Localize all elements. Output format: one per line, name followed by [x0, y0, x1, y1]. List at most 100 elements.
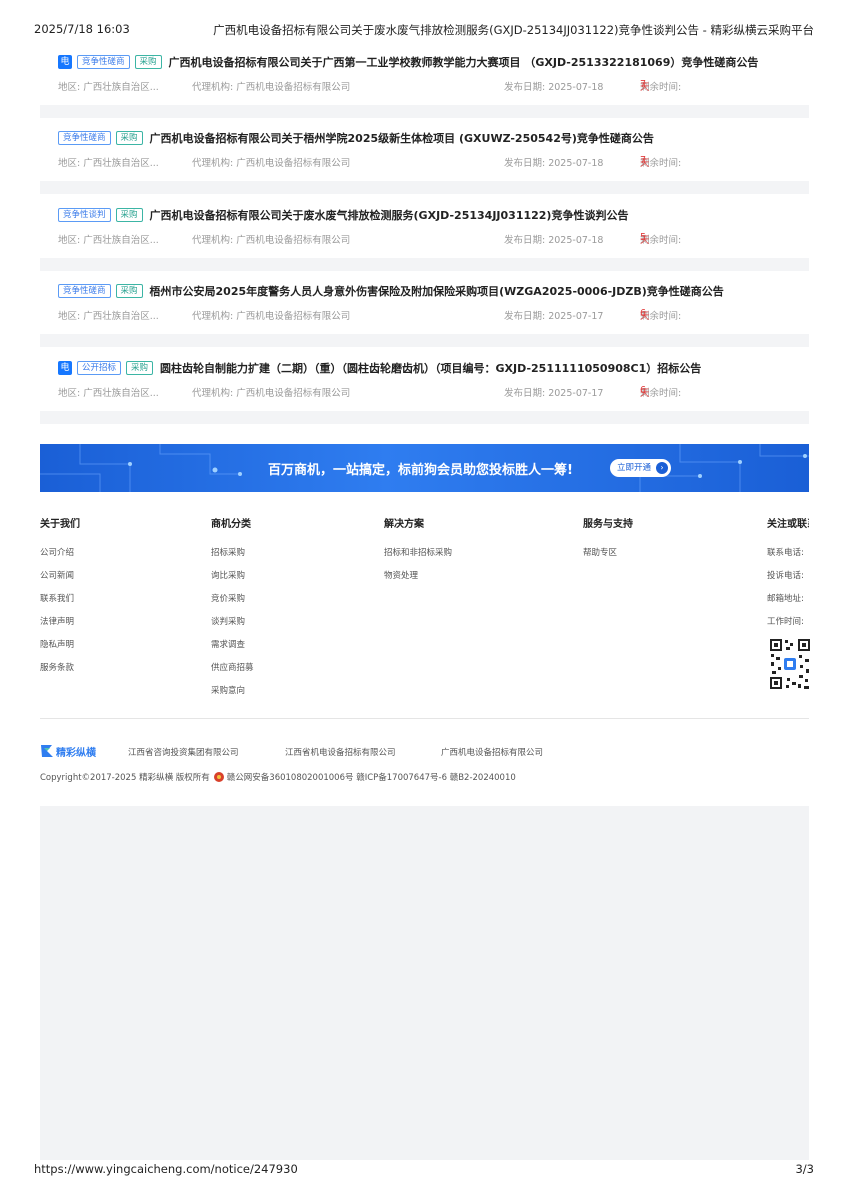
logo-text: 精彩纵横 [56, 746, 97, 759]
footer-link[interactable]: 公司介绍 [40, 546, 80, 569]
print-page-number: 3/3 [795, 1162, 814, 1176]
notice-item[interactable]: 电 公开招标 采购 圆柱齿轮自制能力扩建（二期）（重）（圆柱齿轮磨齿机）（项目编… [40, 348, 809, 411]
notice-region: 地区: 广西壮族自治区... [58, 311, 159, 322]
notice-region: 地区: 广西壮族自治区... [58, 82, 159, 93]
notice-region: 地区: 广西壮族自治区... [58, 388, 159, 399]
notice-separator [40, 181, 809, 194]
footer-link[interactable]: 招标采购 [211, 546, 254, 569]
notice-category-tag: 采购 [126, 361, 154, 375]
page-blank-area [40, 806, 809, 1160]
footer-solutions-column: 解决方案 招标和非招标采购 物资处理 [384, 515, 452, 592]
notice-separator [40, 105, 809, 118]
partner-links: 精彩纵横 江西省咨询投资集团有限公司 江西省机电设备招标有限公司 广西机电设备招… [40, 742, 809, 760]
footer-link[interactable]: 服务条款 [40, 661, 80, 684]
copyright-text: Copyright©2017-2025 精彩纵横 版权所有 [40, 773, 210, 783]
print-url: https://www.yingcaicheng.com/notice/2479… [34, 1162, 298, 1176]
activate-now-button[interactable]: 立即开通 › [610, 459, 672, 477]
notice-publish-date: 发布日期: 2025-07-17 [504, 311, 604, 322]
electronic-badge: 电 [58, 55, 72, 69]
footer-link[interactable]: 采购意向 [211, 684, 254, 707]
notice-meta: 地区: 广西壮族自治区... 代理机构: 广西机电设备招标有限公司 发布日期: … [58, 232, 798, 246]
notice-category-tag: 采购 [115, 284, 143, 298]
footer-link[interactable]: 供应商招募 [211, 661, 254, 684]
notice-title-row[interactable]: 竞争性谈判 采购 广西机电设备招标有限公司关于废水废气排放检测服务(GXJD-2… [58, 207, 628, 223]
footer-solutions-heading: 解决方案 [384, 519, 424, 530]
notice-item[interactable]: 竞争性磋商 采购 广西机电设备招标有限公司关于梧州学院2025级新生体检项目 (… [40, 118, 809, 181]
notice-meta: 地区: 广西壮族自治区... 代理机构: 广西机电设备招标有限公司 发布日期: … [58, 79, 798, 93]
footer-link[interactable]: 隐私声明 [40, 638, 80, 661]
notice-agency: 代理机构: 广西机电设备招标有限公司 [192, 158, 351, 169]
email-label: 邮箱地址: [767, 594, 804, 604]
partner-link[interactable]: 江西省咨询投资集团有限公司 [128, 746, 239, 758]
notice-item[interactable]: 竞争性谈判 采购 广西机电设备招标有限公司关于废水废气排放检测服务(GXJD-2… [40, 195, 809, 258]
notice-title-row[interactable]: 竞争性磋商 采购 梧州市公安局2025年度警务人员人身意外伤害保险及附加保险采购… [58, 283, 724, 299]
notice-separator [40, 334, 809, 347]
notice-category-tag: 采购 [134, 55, 162, 69]
police-badge-icon [213, 772, 224, 782]
notice-item[interactable]: 竞争性磋商 采购 梧州市公安局2025年度警务人员人身意外伤害保险及附加保险采购… [40, 271, 809, 334]
notice-region: 地区: 广西壮族自治区... [58, 158, 159, 169]
banner-text: 百万商机，一站搞定，标前狗会员助您投标胜人一筹! [268, 463, 573, 478]
footer-link[interactable]: 招标和非招标采购 [384, 546, 452, 569]
membership-banner[interactable]: 百万商机，一站搞定，标前狗会员助您投标胜人一筹! 立即开通 › [40, 444, 809, 492]
notice-type-tag: 竞争性磋商 [58, 284, 111, 298]
partner-link[interactable]: 江西省机电设备招标有限公司 [285, 746, 396, 758]
notice-publish-date: 发布日期: 2025-07-18 [504, 82, 604, 93]
print-footer: https://www.yingcaicheng.com/notice/2479… [34, 1162, 814, 1178]
notice-meta: 地区: 广西壮族自治区... 代理机构: 广西机电设备招标有限公司 发布日期: … [58, 385, 798, 399]
notice-title-row[interactable]: 电 公开招标 采购 圆柱齿轮自制能力扩建（二期）（重）（圆柱齿轮磨齿机）（项目编… [58, 360, 701, 376]
jingcai-logo-icon: 精彩纵横 [41, 745, 97, 759]
footer-link[interactable]: 联系我们 [40, 592, 80, 615]
footer-link[interactable]: 需求调查 [211, 638, 254, 661]
remaining-days-unit: 天 [640, 82, 650, 93]
notice-title-row[interactable]: 竞争性磋商 采购 广西机电设备招标有限公司关于梧州学院2025级新生体检项目 (… [58, 130, 654, 146]
page-content: 电 竞争性磋商 采购 广西机电设备招标有限公司关于广西第一工业学校教师教学能力大… [40, 42, 811, 1160]
complaint-phone-label: 投诉电话: [767, 571, 804, 581]
footer-follow-column: 关注或联系 联系电话: 投诉电话: 邮箱地址: 工作时间: [767, 515, 809, 638]
footer-link[interactable]: 询比采购 [211, 569, 254, 592]
footer-about-column: 关于我们 公司介绍 公司新闻 联系我们 法律声明 隐私声明 服务条款 [40, 515, 80, 684]
remaining-days-unit: 天 [640, 158, 650, 169]
notice-title-link[interactable]: 广西机电设备招标有限公司关于废水废气排放检测服务(GXJD-25134JJ031… [150, 207, 629, 223]
notice-publish-date: 发布日期: 2025-07-18 [504, 235, 604, 246]
partner-link[interactable]: 广西机电设备招标有限公司 [441, 746, 543, 758]
work-hours-label: 工作时间: [767, 617, 804, 627]
footer-service-column: 服务与支持 帮助专区 [583, 515, 633, 569]
footer-link[interactable]: 法律声明 [40, 615, 80, 638]
notice-publish-date: 发布日期: 2025-07-17 [504, 388, 604, 399]
notice-category-tag: 采购 [115, 131, 143, 145]
notice-type-tag: 竞争性磋商 [77, 55, 130, 69]
notice-type-tag: 竞争性谈判 [58, 208, 111, 222]
notice-agency: 代理机构: 广西机电设备招标有限公司 [192, 388, 351, 399]
qr-code-icon [769, 638, 811, 690]
notice-agency: 代理机构: 广西机电设备招标有限公司 [192, 82, 351, 93]
print-header: 2025/7/18 16:03 广西机电设备招标有限公司关于废水废气排放检测服务… [34, 22, 814, 38]
notice-separator [40, 411, 809, 424]
notice-category-tag: 采购 [115, 208, 143, 222]
notice-type-tag: 公开招标 [77, 361, 122, 375]
notice-meta: 地区: 广西壮族自治区... 代理机构: 广西机电设备招标有限公司 发布日期: … [58, 308, 798, 322]
contact-phone-label: 联系电话: [767, 548, 804, 558]
footer-categories-column: 商机分类 招标采购 询比采购 竞价采购 谈判采购 需求调查 供应商招募 采购意向 [211, 515, 254, 707]
footer-link[interactable]: 谈判采购 [211, 615, 254, 638]
footer-divider [40, 718, 809, 719]
notice-meta: 地区: 广西壮族自治区... 代理机构: 广西机电设备招标有限公司 发布日期: … [58, 155, 798, 169]
footer-link[interactable]: 物资处理 [384, 569, 452, 592]
footer-link[interactable]: 公司新闻 [40, 569, 80, 592]
notice-title-row[interactable]: 电 竞争性磋商 采购 广西机电设备招标有限公司关于广西第一工业学校教师教学能力大… [58, 54, 758, 70]
footer-link[interactable]: 竞价采购 [211, 592, 254, 615]
notice-agency: 代理机构: 广西机电设备招标有限公司 [192, 235, 351, 246]
remaining-days-unit: 天 [640, 388, 650, 399]
notice-title-link[interactable]: 梧州市公安局2025年度警务人员人身意外伤害保险及附加保险采购项目(WZGA20… [150, 283, 724, 299]
notice-title-link[interactable]: 广西机电设备招标有限公司关于梧州学院2025级新生体检项目 (GXUWZ-250… [150, 130, 654, 146]
footer-link[interactable]: 帮助专区 [583, 546, 633, 569]
print-document-title: 广西机电设备招标有限公司关于废水废气排放检测服务(GXJD-25134JJ031… [213, 23, 814, 37]
notice-item[interactable]: 电 竞争性磋商 采购 广西机电设备招标有限公司关于广西第一工业学校教师教学能力大… [40, 42, 809, 105]
footer-about-heading: 关于我们 [40, 519, 80, 530]
notice-region: 地区: 广西壮族自治区... [58, 235, 159, 246]
notice-title-link[interactable]: 广西机电设备招标有限公司关于广西第一工业学校教师教学能力大赛项目 （GXJD-2… [169, 54, 759, 70]
police-record-text[interactable]: 赣公网安备36010802001006号 赣ICP备17007647号-6 赣B… [227, 771, 516, 783]
notice-title-link[interactable]: 圆柱齿轮自制能力扩建（二期）（重）（圆柱齿轮磨齿机）（项目编号：GXJD-251… [160, 360, 701, 376]
arrow-right-icon: › [656, 462, 669, 474]
remaining-days-unit: 天 [640, 311, 650, 322]
